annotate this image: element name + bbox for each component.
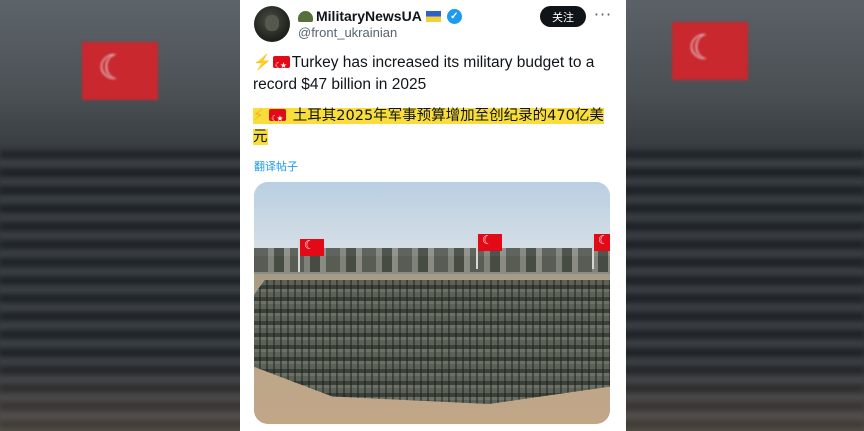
tweet-text-zh: 土耳其2025年军事预算增加至创纪录的470亿美元 — [253, 108, 604, 145]
turkey-flag-icon — [269, 108, 287, 129]
turkey-flag-icon — [272, 55, 290, 77]
military-helmet-icon — [298, 10, 313, 22]
ukraine-flag-icon — [425, 10, 441, 22]
verified-badge-icon: ✓ — [446, 8, 462, 24]
follow-button[interactable]: 关注 — [540, 6, 586, 27]
turkey-flag-icon — [594, 233, 610, 251]
translate-post-link[interactable]: 翻译帖子 — [254, 158, 298, 174]
tweet-text-en: Turkey has increased its military budget… — [253, 54, 595, 93]
avatar[interactable] — [254, 6, 290, 42]
more-options-icon[interactable]: ··· — [592, 6, 614, 26]
background-flag-left — [82, 42, 158, 100]
tweet-card[interactable]: MilitaryNewsUA ✓ @front_ukrainian 关注 ···… — [240, 0, 626, 431]
author-name-row[interactable]: MilitaryNewsUA ✓ — [298, 8, 462, 24]
author-handle[interactable]: @front_ukrainian — [298, 25, 397, 40]
photo-troops — [254, 280, 610, 404]
background-flag-right — [672, 22, 748, 80]
author-display-name[interactable]: MilitaryNewsUA — [316, 8, 422, 24]
turkey-flag-icon — [478, 233, 502, 251]
lightning-icon: ⚡ — [253, 54, 272, 71]
turkey-flag-icon — [300, 238, 324, 256]
tweet-text-chinese: ⚡ 土耳其2025年军事预算增加至创纪录的470亿美元 — [253, 105, 613, 148]
lightning-icon: ⚡ — [253, 106, 264, 124]
tweet-text-english: ⚡Turkey has increased its military budge… — [253, 52, 613, 96]
tweet-media-image[interactable] — [254, 182, 610, 424]
